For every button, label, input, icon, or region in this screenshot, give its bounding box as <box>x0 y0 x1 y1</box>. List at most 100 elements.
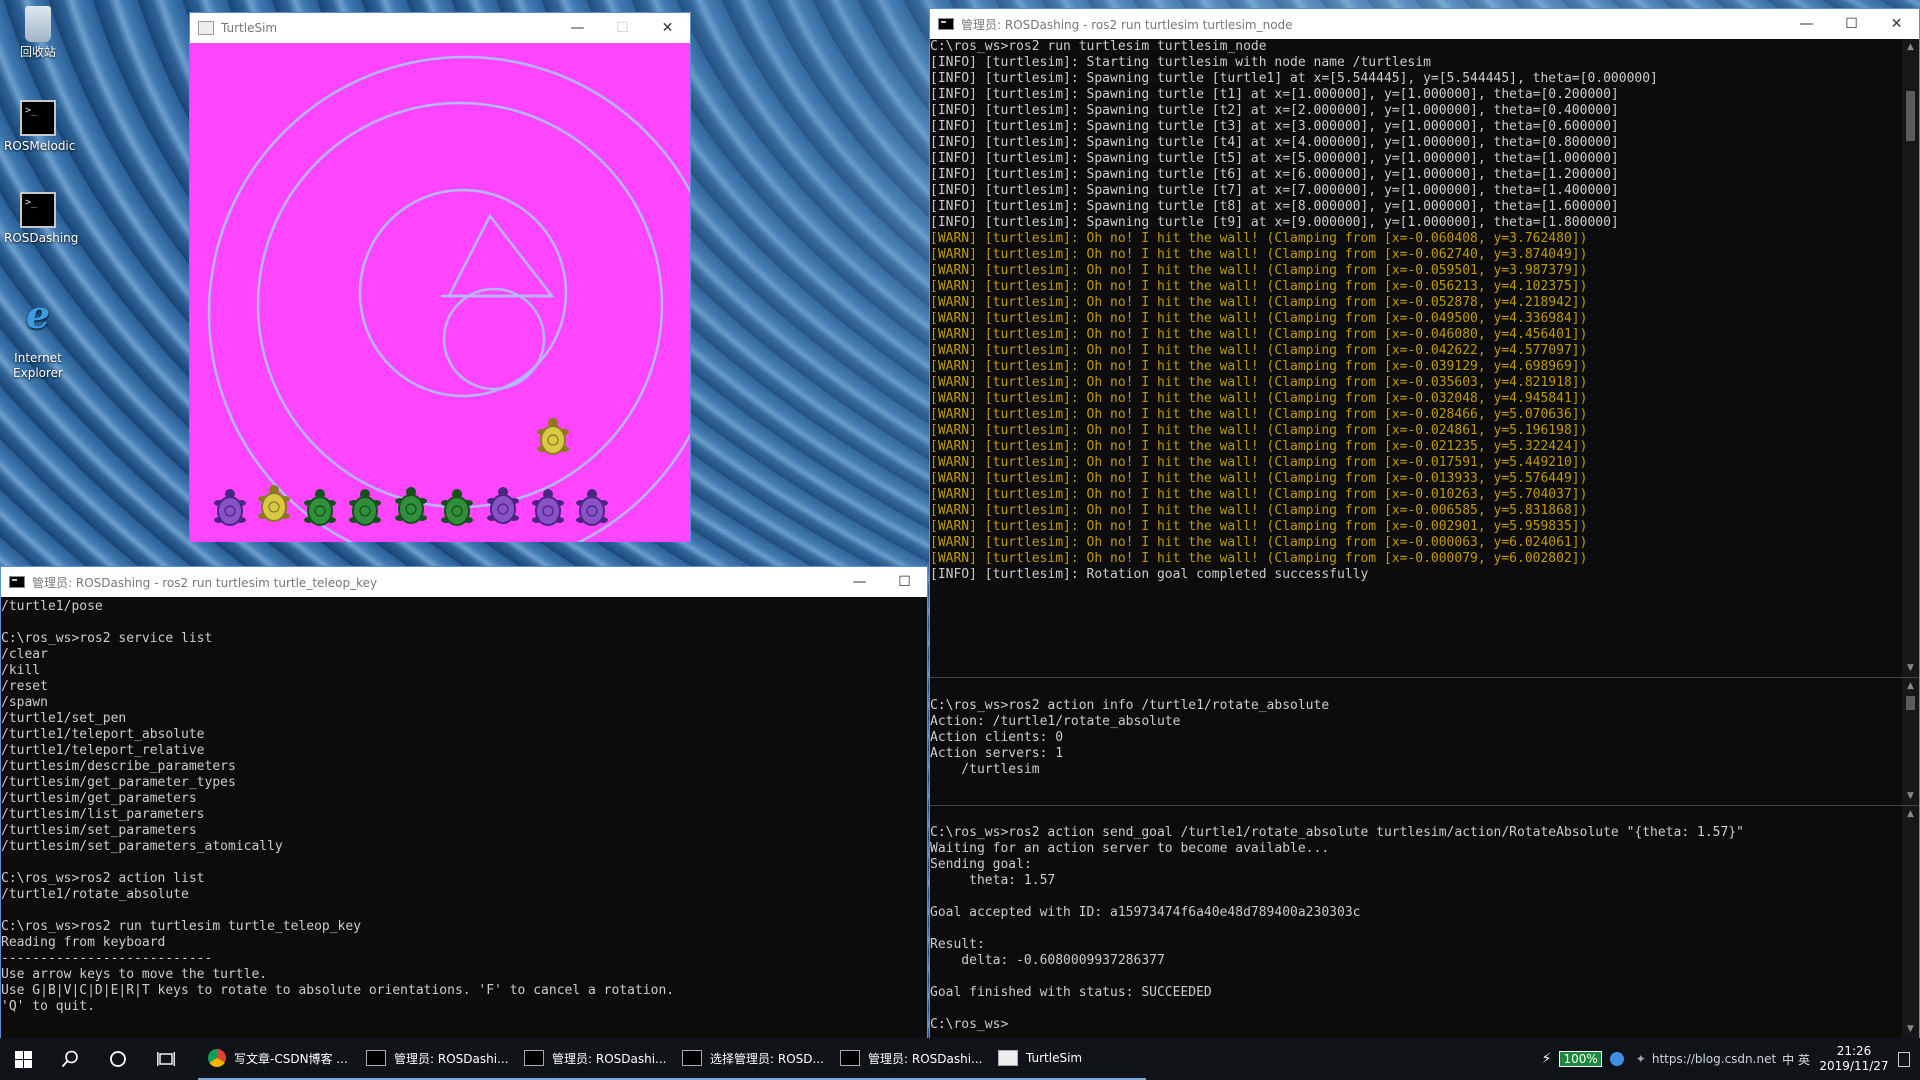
terminal-line: /turtlesim/set_parameters_atomically <box>1 839 283 854</box>
terminal-line: /spawn <box>1 695 48 710</box>
taskbar-app-4[interactable]: 管理员: ROSDashi... <box>830 1038 988 1080</box>
terminal-line: [INFO] [turtlesim]: Spawning turtle [tur… <box>930 71 1658 86</box>
desktop-icon-recycle-bin[interactable]: 回收站 <box>4 6 72 60</box>
maximize-button[interactable]: ☐ <box>882 567 927 597</box>
node-pane2-scrollbar[interactable]: ▲ ▼ <box>1902 678 1919 805</box>
scroll-down-icon[interactable]: ▼ <box>1902 1021 1919 1038</box>
desktop-icon-label: ROSMelodic <box>4 139 76 153</box>
taskbar-app-label: TurtleSim <box>1026 1051 1083 1065</box>
recycle-bin-icon <box>25 6 51 42</box>
terminal-line: /turtle1/teleport_absolute <box>1 727 205 742</box>
terminal-line: /kill <box>1 663 41 678</box>
teleop-terminal-titlebar[interactable]: 管理员: ROSDashing - ros2 run turtlesim tur… <box>1 567 927 597</box>
plug-icon[interactable]: ⚡ <box>1542 1051 1552 1067</box>
taskbar-app-5[interactable]: TurtleSim <box>988 1038 1146 1080</box>
node-terminal-output[interactable]: C:\ros_ws>ros2 run turtlesim turtlesim_n… <box>930 39 1919 677</box>
windows-logo-icon <box>14 1050 32 1068</box>
terminal-line: /turtle1/set_pen <box>1 711 127 726</box>
terminal-line: [INFO] [turtlesim]: Spawning turtle [t4]… <box>930 135 1619 150</box>
battery-indicator[interactable]: 100% <box>1559 1051 1602 1067</box>
window-title: 管理员: ROSDashing - ros2 run turtlesim tur… <box>32 575 378 590</box>
terminal-line: 'Q' to quit. <box>1 999 95 1014</box>
terminal-line: Use G|B|V|C|D|E|R|T keys to rotate to ab… <box>1 983 675 998</box>
scroll-down-icon[interactable]: ▼ <box>1902 660 1919 677</box>
send-goal-output[interactable]: C:\ros_ws>ros2 action send_goal /turtle1… <box>930 806 1919 1038</box>
turtle-canvas[interactable] <box>190 43 690 542</box>
taskbar-app-2[interactable]: 管理员: ROSDashi... <box>514 1038 672 1080</box>
terminal-shortcut-icon <box>20 192 56 228</box>
terminal-line: [WARN] [turtlesim]: Oh no! I hit the wal… <box>930 231 1588 246</box>
desktop-icon-rosmelodic[interactable]: ROSMelodic <box>4 100 76 154</box>
terminal-line: [WARN] [turtlesim]: Oh no! I hit the wal… <box>930 551 1588 566</box>
terminal-line: Waiting for an action server to become a… <box>930 841 1330 856</box>
taskbar-app-0[interactable]: 写文章-CSDN博客 ... <box>198 1038 356 1080</box>
minimize-button[interactable]: — <box>555 13 600 43</box>
notification-icon[interactable] <box>1898 1051 1910 1067</box>
desktop-icon-label: 回收站 <box>19 45 56 59</box>
scroll-thumb[interactable] <box>1906 696 1915 710</box>
scroll-down-icon[interactable]: ▼ <box>1902 788 1919 805</box>
terminal-line: [WARN] [turtlesim]: Oh no! I hit the wal… <box>930 279 1588 294</box>
terminal-line: Reading from keyboard <box>1 935 166 950</box>
network-status-icon[interactable] <box>1609 1052 1624 1066</box>
node-terminal-titlebar[interactable]: 管理员: ROSDashing - ros2 run turtlesim tur… <box>930 9 1919 39</box>
taskbar-app-1[interactable]: 管理员: ROSDashi... <box>356 1038 514 1080</box>
search-button[interactable] <box>46 1038 94 1080</box>
bluetooth-icon[interactable]: ✦ <box>1636 1052 1646 1066</box>
close-button[interactable]: ✕ <box>645 13 690 43</box>
scroll-thumb[interactable] <box>1906 91 1915 141</box>
teleop-terminal-output[interactable]: /turtle1/pose C:\ros_ws>ros2 service list… <box>1 597 927 1038</box>
close-button[interactable]: ✕ <box>1874 9 1919 39</box>
turtlesim-window[interactable]: TurtleSim — ☐ ✕ <box>189 12 691 542</box>
turtlesim-titlebar[interactable]: TurtleSim — ☐ ✕ <box>190 13 690 43</box>
terminal-line: /reset <box>1 679 48 694</box>
terminal-line: [INFO] [turtlesim]: Spawning turtle [t2]… <box>930 103 1619 118</box>
maximize-button[interactable]: ☐ <box>600 13 645 43</box>
terminal-line: [INFO] [turtlesim]: Rotation goal comple… <box>930 567 1369 582</box>
terminal-line: [WARN] [turtlesim]: Oh no! I hit the wal… <box>930 519 1588 534</box>
terminal-line: [INFO] [turtlesim]: Spawning turtle [t1]… <box>930 87 1619 102</box>
terminal-line: /turtlesim/get_parameters <box>1 791 197 806</box>
terminal-line: /turtle1/pose <box>1 599 103 614</box>
terminal-line: [WARN] [turtlesim]: Oh no! I hit the wal… <box>930 311 1588 326</box>
maximize-button[interactable]: ☐ <box>1829 9 1874 39</box>
taskbar-app-label: 选择管理员: ROSD... <box>710 1051 824 1066</box>
terminal-line: [WARN] [turtlesim]: Oh no! I hit the wal… <box>930 247 1588 262</box>
cortana-button[interactable] <box>94 1038 142 1080</box>
taskbar: 写文章-CSDN博客 ... 管理员: ROSDashi... 管理员: ROSDa… <box>0 1038 1920 1080</box>
terminal-line: C:\ros_ws> <box>930 1017 1009 1032</box>
action-info-output[interactable]: C:\ros_ws>ros2 action info /turtle1/rota… <box>930 678 1919 805</box>
terminal-line: [INFO] [turtlesim]: Spawning turtle [t7]… <box>930 183 1619 198</box>
scroll-up-icon[interactable]: ▲ <box>1902 678 1919 695</box>
node-pane3-scrollbar[interactable]: ▲ ▼ <box>1902 806 1919 1038</box>
node-pane1-scrollbar[interactable]: ▲ ▼ <box>1902 39 1919 677</box>
terminal-line: [WARN] [turtlesim]: Oh no! I hit the wal… <box>930 263 1588 278</box>
desktop-icon-internet-explorer[interactable]: e Internet Explorer <box>4 282 72 396</box>
desktop-icon-rosdashing[interactable]: ROSDashing <box>4 192 78 246</box>
minimize-button[interactable]: — <box>837 567 882 597</box>
start-button[interactable] <box>0 1038 46 1080</box>
terminal-shortcut-icon <box>20 100 56 136</box>
taskbar-app-3[interactable]: 选择管理员: ROSD... <box>672 1038 830 1080</box>
minimize-button[interactable]: — <box>1784 9 1829 39</box>
clock-time: 21:26 <box>1836 1044 1872 1058</box>
chrome-icon <box>208 1049 226 1067</box>
scroll-up-icon[interactable]: ▲ <box>1902 39 1919 56</box>
terminal-line: /clear <box>1 647 48 662</box>
turtlesim-node-terminal-window[interactable]: 管理员: ROSDashing - ros2 run turtlesim tur… <box>929 8 1920 1038</box>
clock[interactable]: 21:26 2019/11/27 <box>1814 1044 1894 1074</box>
task-view-button[interactable] <box>142 1038 190 1080</box>
ime-indicator[interactable]: 中 英 <box>1782 1051 1810 1068</box>
terminal-line: [WARN] [turtlesim]: Oh no! I hit the wal… <box>930 439 1588 454</box>
scroll-up-icon[interactable]: ▲ <box>1902 806 1919 823</box>
terminal-icon <box>840 1050 860 1066</box>
terminal-line: Goal finished with status: SUCCEEDED <box>930 985 1212 1000</box>
turtlesim-icon <box>998 1050 1018 1066</box>
terminal-line: [INFO] [turtlesim]: Starting turtlesim w… <box>930 55 1431 70</box>
terminal-line: /turtle1/teleport_relative <box>1 743 205 758</box>
terminal-line: [WARN] [turtlesim]: Oh no! I hit the wal… <box>930 407 1588 422</box>
teleop-terminal-window[interactable]: 管理员: ROSDashing - ros2 run turtlesim tur… <box>0 566 928 1038</box>
